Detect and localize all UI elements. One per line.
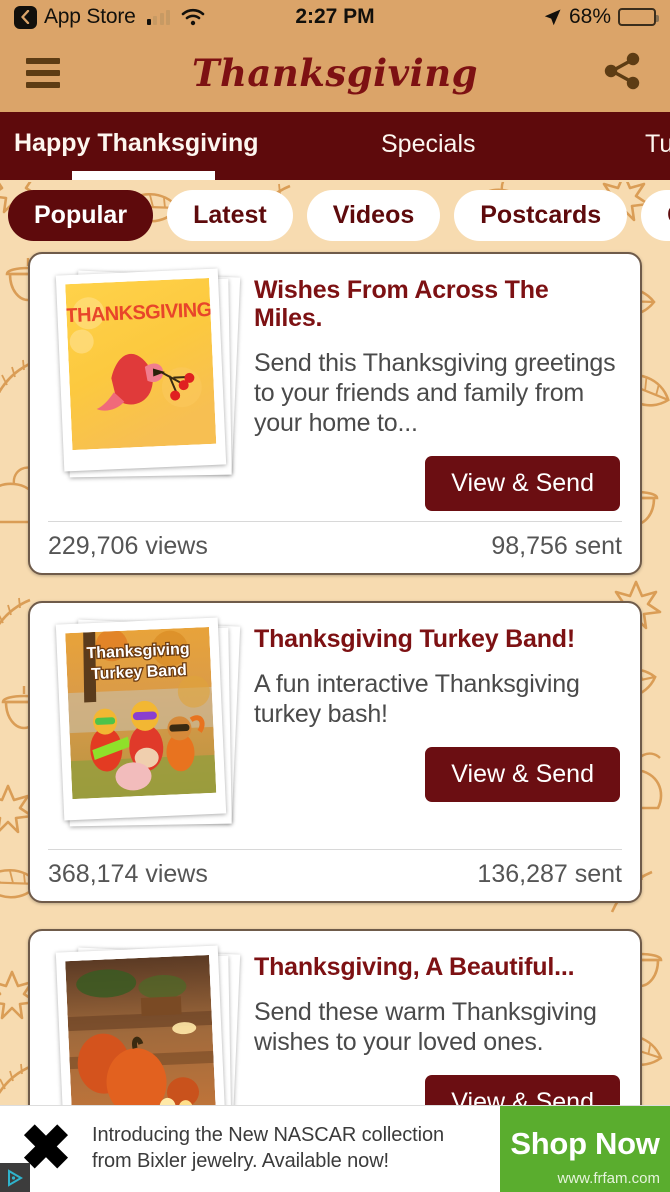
- location-arrow-icon: [543, 8, 562, 27]
- ecard-body: THANKSGIVING Wishes From Across The Mile…: [48, 268, 622, 511]
- filter-chip-popular[interactable]: Popular: [8, 189, 154, 241]
- adchoices-icon[interactable]: [0, 1162, 30, 1192]
- ecard-sent-count: 98,756 sent: [491, 532, 622, 560]
- ecard-action-row: View & Send: [254, 747, 620, 802]
- category-nav-bar: Happy Thanksgiving Specials Tu: [0, 112, 670, 180]
- ad-banner: ✖ Introducing the New NASCAR collection …: [0, 1105, 670, 1192]
- filter-chip-gifs[interactable]: GIFs: [641, 189, 670, 241]
- cellular-signal-icon: [146, 9, 171, 25]
- ecard-thumbnail[interactable]: Thanksgiving Turkey Band: [48, 617, 244, 839]
- battery-percent-label: 68%: [568, 5, 611, 28]
- ecard-title: Thanksgiving, A Beautiful...: [254, 953, 575, 981]
- ecard-views-count: 368,174 views: [48, 860, 208, 888]
- ecard-list: THANKSGIVING Wishes From Across The Mile…: [0, 252, 670, 1192]
- nav-tab-happy-thanksgiving[interactable]: Happy Thanksgiving: [14, 129, 258, 158]
- ecard-stats: 229,706 views 98,756 sent: [48, 521, 622, 573]
- nav-tab-specials[interactable]: Specials: [381, 130, 476, 159]
- ecard-description: Send this Thanksgiving greetings to your…: [254, 349, 616, 437]
- ecard-text: Wishes From Across The Miles. Send this …: [254, 268, 622, 511]
- ecard-thumbnail[interactable]: THANKSGIVING: [48, 268, 244, 490]
- shop-now-button[interactable]: Shop Now www.frfam.com: [500, 1105, 670, 1192]
- filter-chip-row: Popular Latest Videos Postcards GIFs: [0, 180, 670, 252]
- ecard-description: A fun interactive Thanksgiving turkey ba…: [254, 670, 580, 728]
- status-back-label[interactable]: App Store: [44, 5, 136, 29]
- battery-icon: [618, 8, 659, 26]
- thumbnail-image-turkey-band: Thanksgiving Turkey Band: [65, 626, 217, 800]
- ecard-action-row: View & Send: [254, 456, 620, 511]
- app-root: App Store 2:27 PM 68% Thanksgiving Happy…: [0, 0, 670, 1192]
- thumbnail-image-pumpkins: [65, 954, 217, 1128]
- ecard-description: Send these warm Thanksgiving wishes to y…: [254, 998, 597, 1056]
- chevron-left-icon[interactable]: [14, 5, 37, 29]
- page-title: Thanksgiving: [191, 51, 479, 95]
- status-bar-right: 68%: [543, 5, 659, 29]
- ecard-text: Thanksgiving Turkey Band! A fun interact…: [254, 617, 622, 839]
- status-bar-left: App Store: [14, 5, 205, 29]
- hamburger-menu-icon[interactable]: [26, 58, 60, 88]
- view-and-send-button[interactable]: View & Send: [425, 747, 620, 802]
- ecard-item[interactable]: THANKSGIVING Wishes From Across The Mile…: [28, 252, 642, 575]
- ecard-views-count: 229,706 views: [48, 532, 208, 560]
- view-and-send-button[interactable]: View & Send: [425, 456, 620, 511]
- active-tab-indicator: [72, 171, 215, 180]
- status-bar: App Store 2:27 PM 68%: [0, 0, 670, 34]
- ad-url-label: www.frfam.com: [557, 1169, 660, 1187]
- ecard-title: Thanksgiving Turkey Band!: [254, 625, 575, 653]
- ecard-stats: 368,174 views 136,287 sent: [48, 849, 622, 901]
- ad-text: Introducing the New NASCAR collection fr…: [92, 1124, 445, 1172]
- ecard-sent-count: 136,287 sent: [477, 860, 622, 888]
- app-header: Thanksgiving: [0, 34, 670, 112]
- ad-close-region[interactable]: ✖: [0, 1106, 92, 1192]
- nav-tab-turkey[interactable]: Tu: [645, 130, 670, 159]
- filter-chip-videos[interactable]: Videos: [306, 189, 441, 241]
- filter-chip-postcards[interactable]: Postcards: [454, 189, 628, 241]
- ecard-title: Wishes From Across The Miles.: [254, 276, 549, 332]
- filter-chip-latest[interactable]: Latest: [167, 189, 293, 241]
- shop-now-label: Shop Now: [510, 1126, 660, 1161]
- ecard-item[interactable]: Thanksgiving Turkey Band Thanksgiving Tu…: [28, 601, 642, 903]
- thumbnail-image-cardinal: THANKSGIVING: [65, 277, 217, 451]
- share-icon[interactable]: [600, 49, 644, 98]
- wifi-icon: [181, 8, 205, 26]
- ecard-body: Thanksgiving Turkey Band Thanksgiving Tu…: [48, 617, 622, 839]
